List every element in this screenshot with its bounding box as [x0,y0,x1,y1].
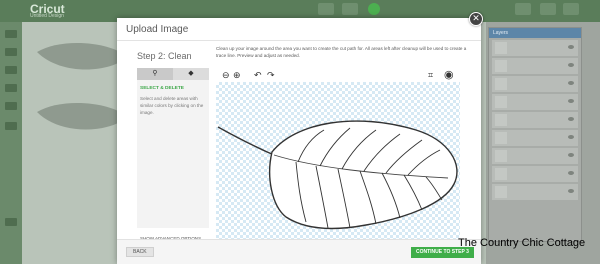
eraser-icon[interactable]: ◆ [173,68,209,80]
layer-thumbnail [495,168,507,180]
zoom-out-icon[interactable]: ⊖ [222,68,230,82]
undo-icon[interactable]: ↶ [254,68,262,82]
layer-row[interactable] [492,94,578,110]
layer-row[interactable] [492,40,578,56]
tools-sidebar: ⚲ ◆ SELECT & DELETE Select and delete ar… [137,68,209,228]
eye-icon[interactable] [568,63,574,67]
tool-tabs: ⚲ ◆ [137,68,209,80]
crop-icon[interactable]: ⌗ [428,68,433,82]
dialog-title: Upload Image [126,24,189,35]
project-name: Untitled Design [30,13,64,19]
upload-icon[interactable] [5,122,17,130]
zoom-icon[interactable] [5,218,17,226]
layers-header: Layers [489,28,581,38]
shapes-icon[interactable] [5,102,17,110]
layers-panel: Layers [488,27,582,242]
eye-icon[interactable]: ◉ [444,68,454,82]
eye-icon[interactable] [568,81,574,85]
instructions-text: Clean up your image around the area you … [216,46,467,58]
new-icon[interactable] [5,30,17,38]
back-button[interactable]: BACK [126,247,154,257]
layer-thumbnail [495,114,507,126]
redo-icon[interactable]: ↷ [267,68,275,82]
layer-thumbnail [495,60,507,72]
eye-icon[interactable] [568,153,574,157]
toolbar-button[interactable] [563,3,579,15]
eye-icon[interactable] [568,45,574,49]
step-title: Step 2: Clean [137,51,192,61]
zoom-in-icon[interactable]: ⊕ [233,68,241,82]
toolbar-button[interactable] [515,3,531,15]
layer-thumbnail [495,186,507,198]
layer-thumbnail [495,42,507,54]
layer-row[interactable] [492,184,578,200]
layer-row[interactable] [492,166,578,182]
templates-icon[interactable] [5,48,17,56]
layer-row[interactable] [492,58,578,74]
layer-row[interactable] [492,130,578,146]
eye-icon[interactable] [568,171,574,175]
eye-icon[interactable] [568,99,574,103]
upload-image-dialog: Upload Image ✕ Step 2: Clean Clean up yo… [117,12,483,264]
right-panel: Layers [486,22,600,264]
eye-icon[interactable] [568,135,574,139]
layer-thumbnail [495,132,507,144]
toolbar-button[interactable] [318,3,334,15]
eye-icon[interactable] [568,189,574,193]
eye-icon[interactable] [568,117,574,121]
watermark-text: The Country Chic Cottage [458,237,586,249]
image-canvas[interactable] [216,82,460,244]
left-toolbar [0,22,22,264]
select-delete-description: Select and delete areas with similar col… [140,96,204,115]
dialog-divider [117,40,481,41]
go-button[interactable] [368,3,380,15]
layer-row[interactable] [492,112,578,128]
close-icon[interactable]: ✕ [469,12,483,26]
text-icon[interactable] [5,84,17,92]
images-icon[interactable] [5,66,17,74]
toolbar-button[interactable] [540,3,556,15]
select-delete-title: SELECT & DELETE [140,86,184,91]
feather-image [217,120,458,230]
layer-thumbnail [495,150,507,162]
layer-row[interactable] [492,148,578,164]
magic-wand-icon[interactable]: ⚲ [137,68,173,80]
dialog-footer: BACK CONTINUE TO STEP 3 [117,239,481,264]
layer-thumbnail [495,78,507,90]
toolbar-button[interactable] [342,3,358,15]
layer-row[interactable] [492,76,578,92]
editor-toolbar: ⊖ ⊕ ↶ ↷ ⌗ ◉ [216,68,464,82]
layer-thumbnail [495,96,507,108]
